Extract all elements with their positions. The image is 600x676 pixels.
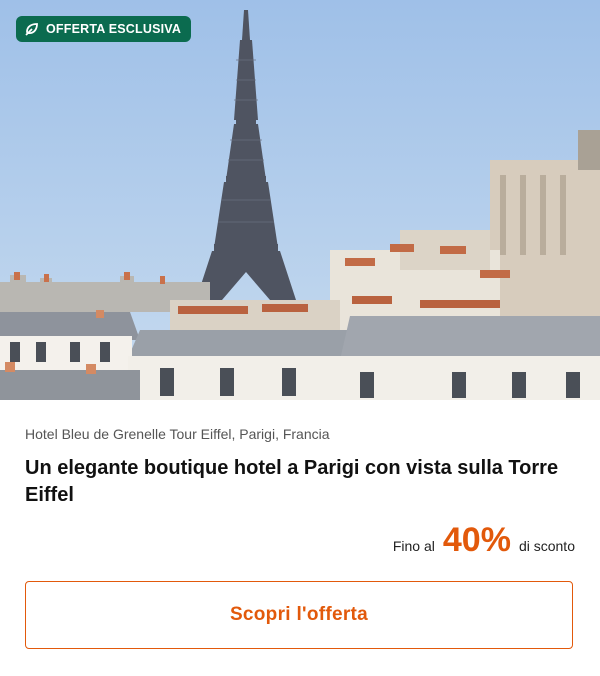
discover-offer-button[interactable]: Scopri l'offerta [25,581,573,649]
cta-label: Scopri l'offerta [229,604,369,625]
eiffel-tower-photo [0,0,600,400]
hotel-location: Hotel Bleu de Grenelle Tour Eiffel, Pari… [25,426,330,442]
discount-info: Fino al 40% di sconto [25,521,575,560]
sparkle-leaf-icon [24,21,40,37]
hero-image[interactable]: OFFERTA ESCLUSIVA [0,0,600,400]
discount-prefix: Fino al [392,538,435,554]
discount-value: 40% [442,521,511,559]
exclusive-offer-badge: OFFERTA ESCLUSIVA [16,16,192,42]
offer-card[interactable]: OFFERTA ESCLUSIVA Hotel Bleu de Grenelle… [0,0,600,676]
badge-label: OFFERTA ESCLUSIVA [46,22,182,36]
offer-title[interactable]: Un elegante boutique hotel a Parigi con … [25,455,575,509]
discount-suffix: di sconto [518,538,575,554]
